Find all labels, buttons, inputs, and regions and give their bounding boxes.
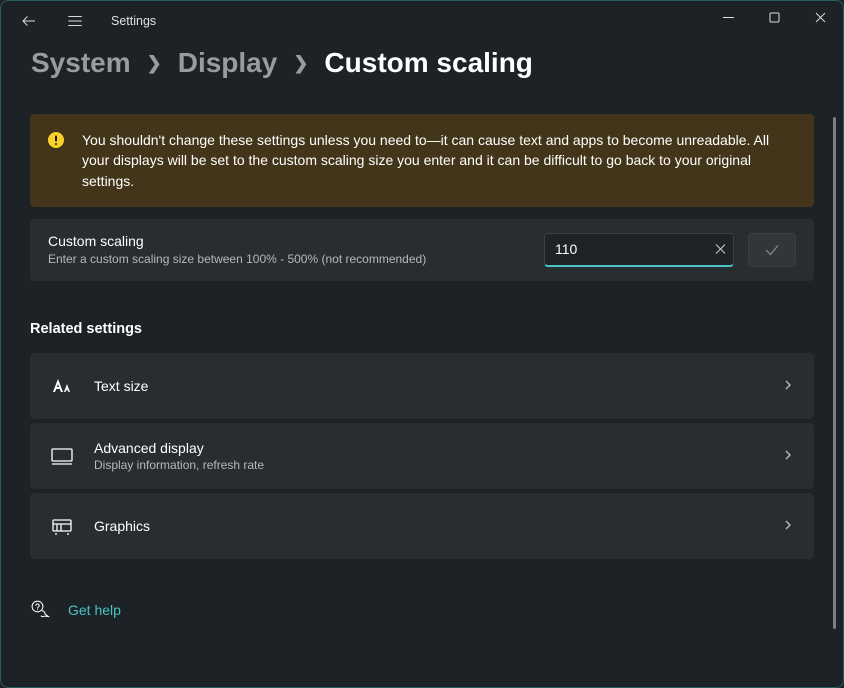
chevron-right-icon	[782, 378, 794, 394]
link-subtitle: Display information, refresh rate	[94, 458, 782, 472]
chevron-right-icon	[782, 518, 794, 534]
maximize-button[interactable]	[751, 1, 797, 33]
warning-icon	[48, 132, 64, 148]
warning-banner: You shouldn't change these settings unle…	[30, 114, 814, 207]
chevron-right-icon: ❯	[293, 53, 308, 74]
custom-scaling-subtitle: Enter a custom scaling size between 100%…	[48, 252, 544, 266]
chevron-right-icon	[782, 448, 794, 464]
graphics-icon	[50, 514, 78, 538]
custom-scaling-title: Custom scaling	[48, 233, 544, 249]
clear-input-button[interactable]	[715, 242, 726, 257]
nav-menu-button[interactable]	[63, 9, 87, 33]
chevron-right-icon: ❯	[147, 53, 162, 74]
warning-text: You shouldn't change these settings unle…	[82, 130, 796, 191]
back-button[interactable]	[17, 9, 41, 33]
apply-button[interactable]	[748, 233, 796, 267]
link-advanced-display[interactable]: Advanced display Display information, re…	[30, 423, 814, 489]
breadcrumb-current: Custom scaling	[324, 47, 532, 79]
scaling-input[interactable]	[544, 233, 734, 267]
scrollbar[interactable]	[832, 117, 837, 673]
scrollbar-thumb[interactable]	[833, 117, 836, 629]
link-graphics[interactable]: Graphics	[30, 493, 814, 559]
help-icon	[30, 599, 50, 622]
app-title: Settings	[111, 14, 156, 28]
link-label: Text size	[94, 378, 782, 394]
breadcrumb: System ❯ Display ❯ Custom scaling	[1, 41, 843, 97]
close-button[interactable]	[797, 1, 843, 33]
related-settings-header: Related settings	[30, 321, 814, 337]
minimize-button[interactable]	[705, 1, 751, 33]
text-size-icon	[50, 374, 78, 398]
monitor-icon	[50, 444, 78, 468]
custom-scaling-card: Custom scaling Enter a custom scaling si…	[30, 219, 814, 281]
link-label: Advanced display	[94, 440, 782, 456]
breadcrumb-display[interactable]: Display	[178, 47, 278, 79]
link-text-size[interactable]: Text size	[30, 353, 814, 419]
breadcrumb-system[interactable]: System	[31, 47, 131, 79]
get-help-link[interactable]: Get help	[68, 602, 121, 618]
link-label: Graphics	[94, 518, 782, 534]
